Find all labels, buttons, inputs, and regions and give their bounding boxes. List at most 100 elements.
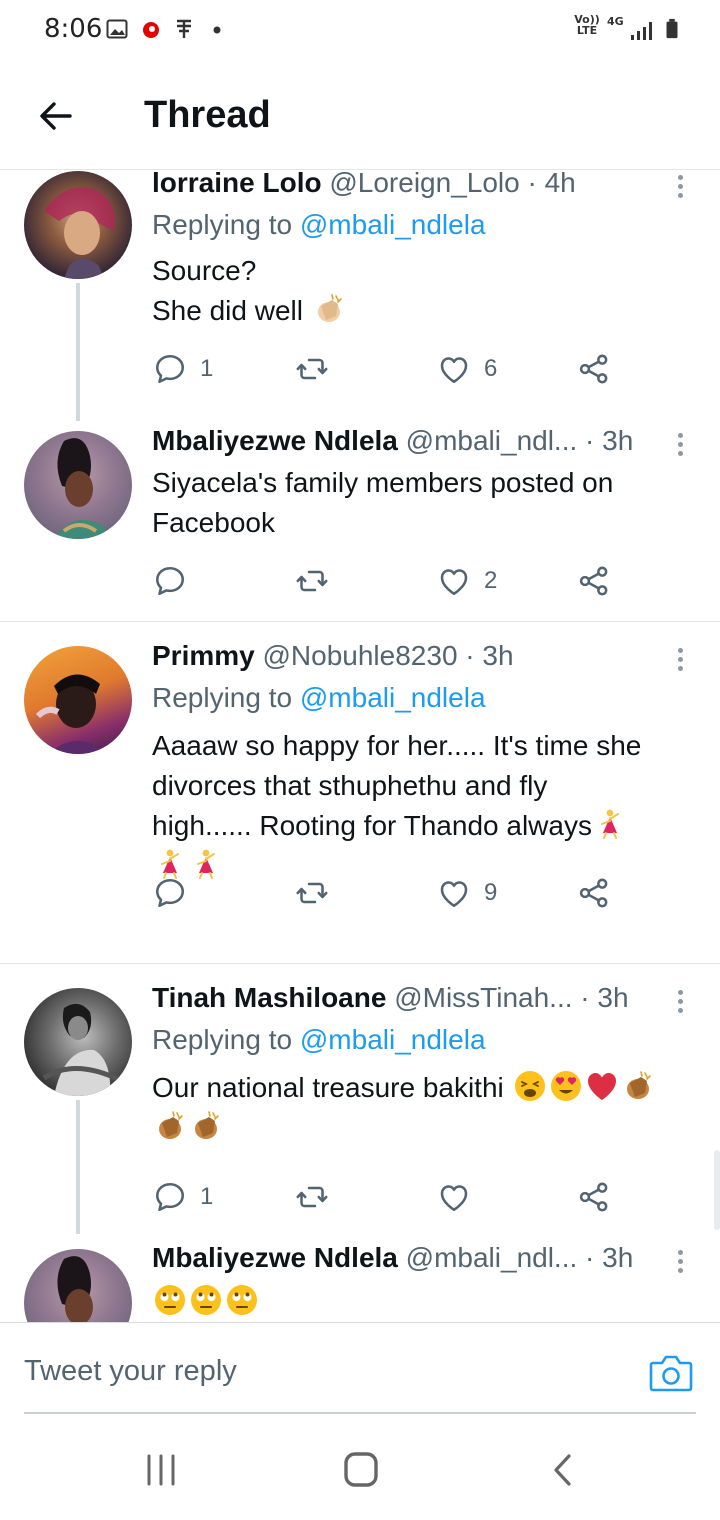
handle[interactable]: @Nobuhle8230 [263,640,458,671]
reply-button[interactable] [152,873,188,913]
separator: · [580,982,590,1013]
scrollbar[interactable] [714,1150,720,1230]
tweet-actions: 1 6 [152,349,622,389]
handle[interactable]: @MissTinah... [394,982,572,1013]
avatar[interactable] [24,431,132,539]
retweet-button[interactable] [294,1177,330,1217]
timestamp[interactable]: 3h [602,1242,633,1273]
tweet[interactable]: Tinah Mashiloane @MissTinah... · 3h Repl… [0,964,720,1234]
more-icon[interactable] [668,986,692,1026]
back-arrow-icon[interactable] [34,94,78,138]
tweet-header: Tinah Mashiloane @MissTinah... · 3h [152,982,629,1014]
network-4g-indicator: 4G [607,15,624,28]
tweet-text: Our national treasure bakithi [152,1068,720,1148]
timestamp[interactable]: 3h [602,425,633,456]
tweet[interactable]: Primmy @Nobuhle8230 · 3h Replying to @mb… [0,622,720,964]
more-icon[interactable] [668,644,692,684]
like-count: 2 [484,567,498,594]
display-name[interactable]: Mbaliyezwe Ndlela [152,425,398,456]
reply-icon [152,563,188,599]
retweet-icon [294,875,330,911]
handle[interactable]: @mbali_ndl... [406,1242,578,1273]
reply-icon [152,1179,188,1215]
mention-link[interactable]: @mbali_ndlela [300,682,486,713]
signal-icon [631,22,652,40]
handle[interactable]: @Loreign_Lolo [329,171,519,198]
replying-to: Replying to @mbali_ndlela [152,209,486,240]
like-button[interactable]: 9 [436,873,497,913]
reply-button[interactable] [152,561,188,601]
mention-link[interactable]: @mbali_ndlela [300,209,486,240]
timestamp[interactable]: 3h [597,982,628,1013]
retweet-button[interactable] [294,349,330,389]
eye-roll-emoji [225,1283,259,1317]
volte-indicator: Vo)) LTE [574,13,600,37]
thread-connector [76,283,80,421]
clapping-hands-emoji [153,1109,187,1143]
thread-list[interactable]: lorraine Lolo @Loreign_Lolo · 4h Replyin… [0,171,720,1322]
timestamp[interactable]: 3h [482,640,513,671]
display-name[interactable]: Mbaliyezwe Ndlela [152,1242,398,1273]
clapping-hands-emoji [312,292,346,326]
tweet[interactable]: lorraine Lolo @Loreign_Lolo · 4h Replyin… [0,171,720,421]
display-name[interactable]: lorraine Lolo [152,171,322,198]
dancer-emoji [593,807,627,841]
retweet-button[interactable] [294,873,330,913]
tweet-text: Siyacela's family members posted on Face… [152,467,614,538]
reply-button[interactable]: 1 [152,349,213,389]
mention-link[interactable]: @mbali_ndlela [300,1024,486,1055]
share-button[interactable] [576,561,612,601]
reply-button[interactable]: 1 [152,1177,213,1217]
tweet[interactable]: Mbaliyezwe Ndlela @mbali_ndl... · 3h [0,1234,720,1322]
retweet-icon [294,563,330,599]
eye-roll-emoji [153,1283,187,1317]
more-icon[interactable] [668,171,692,211]
share-button[interactable] [576,873,612,913]
more-icon[interactable] [668,1246,692,1286]
retweet-button[interactable] [294,561,330,601]
nav-back-icon[interactable] [538,1450,588,1490]
share-button[interactable] [576,1177,612,1217]
retweet-icon [294,351,330,387]
tweet-actions: 1 [152,1177,622,1217]
share-icon [576,563,612,599]
recents-icon[interactable] [136,1450,186,1490]
reply-icon [152,875,188,911]
reply-count: 1 [200,1183,214,1210]
separator: · [527,171,537,198]
reply-divider [24,1412,696,1414]
tweet-text: Source? She did well [152,251,702,331]
avatar[interactable] [24,171,132,279]
notification-dot-icon [213,26,221,34]
timestamp[interactable]: 4h [545,171,576,198]
like-count: 6 [484,355,498,382]
like-button[interactable]: 6 [436,349,497,389]
status-time: 8:06 [44,14,103,44]
thread-header: Thread [0,60,720,170]
tweet-text [152,1282,702,1322]
thread-connector [76,1100,80,1234]
tweet-header: Mbaliyezwe Ndlela @mbali_ndl... · 3h [152,1242,633,1274]
display-name[interactable]: Primmy [152,640,255,671]
tower-icon [177,19,191,38]
home-icon[interactable] [336,1450,386,1490]
red-heart-emoji [585,1069,619,1103]
display-name[interactable]: Tinah Mashiloane [152,982,386,1013]
like-button[interactable]: 2 [436,561,497,601]
avatar[interactable] [24,988,132,1096]
share-button[interactable] [576,349,612,389]
separator: · [465,640,475,671]
like-icon [436,351,472,387]
camera-icon[interactable] [648,1353,694,1393]
avatar[interactable] [24,646,132,754]
weary-face-emoji [513,1069,547,1103]
handle[interactable]: @mbali_ndl... [406,425,578,456]
page-title: Thread [144,94,271,136]
like-button[interactable] [436,1177,472,1217]
tweet-actions: 9 [152,873,622,913]
reply-input[interactable] [24,1351,584,1391]
tweet[interactable]: Mbaliyezwe Ndlela @mbali_ndl... · 3h Siy… [0,421,720,622]
avatar[interactable] [24,1249,132,1322]
reply-count: 1 [200,355,214,382]
like-icon [436,563,472,599]
